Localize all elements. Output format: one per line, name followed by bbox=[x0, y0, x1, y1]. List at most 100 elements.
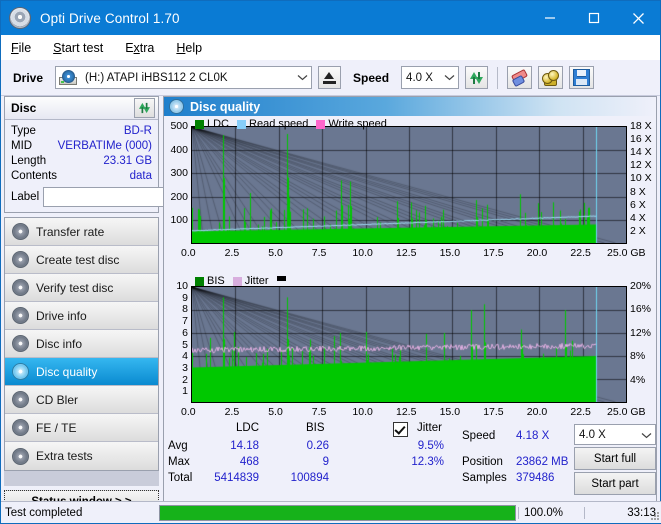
stats-row-label-total: Total bbox=[168, 472, 193, 484]
legend-label-jitter: Jitter bbox=[244, 275, 269, 287]
stats-avg-ldc: 14.18 bbox=[230, 440, 259, 452]
chart1-ytick: 300 bbox=[170, 167, 188, 180]
disc-row-mid: MID VERBATIMe (000) bbox=[11, 139, 152, 154]
disc-row-contents: Contents data bbox=[11, 169, 152, 184]
sidebar-item-drive-info[interactable]: Drive info bbox=[5, 302, 158, 330]
chart1-xtick: 10.0 bbox=[352, 247, 373, 259]
chart1-ytick: 200 bbox=[170, 190, 188, 203]
chart2-xtick: 5.0 bbox=[268, 406, 283, 418]
legend-swatch-extra bbox=[276, 276, 286, 281]
chart1-xtick: 12.5 bbox=[396, 247, 417, 259]
content-panel: Disc quality LDC Read speed Write speed … bbox=[163, 96, 657, 523]
stats-row-label-max: Max bbox=[168, 456, 190, 468]
chart2-xtick: 10.0 bbox=[352, 406, 373, 418]
chart1-y2tick: 16 X bbox=[630, 133, 652, 146]
stats-total-bis: 100894 bbox=[290, 472, 329, 484]
stats-max-bis: 9 bbox=[322, 456, 329, 468]
sidebar-item-disc-info[interactable]: Disc info bbox=[5, 330, 158, 358]
chart-disc-quality-bis: 10 9 8 7 6 5 4 3 2 1 20% 16% 12% 8% 4% 0… bbox=[164, 269, 656, 424]
menu-start-test[interactable]: Start test bbox=[51, 39, 105, 57]
nav-list: Transfer rate Create test disc Verify te… bbox=[4, 217, 159, 471]
disc-icon bbox=[12, 251, 29, 268]
chart1-xtick: 7.5 bbox=[311, 247, 327, 259]
legend-label-ldc: LDC bbox=[207, 118, 230, 130]
stats-header-ldc: LDC bbox=[236, 422, 260, 434]
sidebar-item-label: Disc quality bbox=[36, 364, 98, 379]
progress-percent: 100.0% bbox=[518, 506, 584, 519]
chart2-y2tick: 16% bbox=[630, 303, 652, 316]
speed-stat-label: Speed bbox=[462, 430, 496, 442]
disc-icon bbox=[169, 99, 184, 114]
chart2-ytick: 5 bbox=[182, 338, 188, 351]
sidebar-item-disc-quality[interactable]: Disc quality bbox=[5, 358, 158, 386]
disc-panel-header: Disc bbox=[5, 97, 158, 120]
resize-grip[interactable] bbox=[650, 511, 660, 521]
chart2-xtick: 17.5 bbox=[483, 406, 504, 418]
sidebar-item-create-test-disc[interactable]: Create test disc bbox=[5, 246, 158, 274]
disc-icon bbox=[12, 419, 29, 436]
stats-max-jitter: 12.3% bbox=[411, 456, 444, 468]
legend-swatch-jitter bbox=[232, 276, 242, 286]
stats-panel: LDC BIS Jitter Avg 14.18 0.26 9.5% Max 4… bbox=[164, 420, 656, 500]
chart2-xtick: 12.5 bbox=[396, 406, 417, 418]
sidebar-item-label: Extra tests bbox=[36, 449, 93, 463]
legend-label-write-speed: Write speed bbox=[328, 118, 387, 130]
close-icon[interactable] bbox=[616, 1, 660, 35]
start-part-button-label: Start part bbox=[591, 477, 639, 490]
drive-select[interactable]: (H:) ATAPI iHBS112 2 CL0K bbox=[55, 66, 313, 89]
sidebar-item-cd-bler[interactable]: CD Bler bbox=[5, 386, 158, 414]
speed-select-value: 4.0 X bbox=[406, 71, 433, 84]
save-button[interactable] bbox=[569, 66, 595, 89]
sidebar-item-transfer-rate[interactable]: Transfer rate bbox=[5, 218, 158, 246]
speed-select[interactable]: 4.0 X bbox=[401, 66, 460, 89]
refresh-button[interactable] bbox=[465, 66, 489, 89]
disc-panel-title: Disc bbox=[11, 101, 37, 115]
start-part-button[interactable]: Start part bbox=[574, 472, 656, 495]
disc-icon bbox=[9, 7, 31, 29]
samples-stat-label: Samples bbox=[462, 472, 507, 484]
chart2-xtick: 15.0 bbox=[439, 406, 461, 418]
stats-avg-bis: 0.26 bbox=[306, 440, 329, 452]
chart1-ytick: 100 bbox=[170, 214, 188, 227]
chart1-xtick: 0.0 bbox=[181, 247, 196, 259]
chart1-y2tick: 10 X bbox=[630, 172, 652, 185]
start-full-button[interactable]: Start full bbox=[574, 447, 656, 470]
sidebar-item-extra-tests[interactable]: Extra tests bbox=[5, 442, 158, 470]
chart2-plot-area bbox=[191, 286, 627, 403]
chart2-xtick: 22.5 bbox=[570, 406, 591, 418]
disc-icon bbox=[12, 279, 29, 296]
app-window: Opti Drive Control 1.70 File Start test … bbox=[0, 0, 661, 524]
chevron-down-icon bbox=[641, 425, 652, 446]
sidebar-item-label: Verify test disc bbox=[36, 280, 114, 295]
status-message: Test completed bbox=[5, 506, 83, 519]
result-speed-select[interactable]: 4.0 X bbox=[574, 424, 656, 445]
chart2-ytick: 6 bbox=[182, 326, 188, 339]
minimize-icon[interactable] bbox=[528, 1, 572, 35]
legend-swatch-read-speed bbox=[237, 119, 247, 129]
menu-file[interactable]: File bbox=[9, 39, 33, 57]
progress-fill bbox=[160, 505, 515, 520]
chart2-y2tick: 20% bbox=[630, 280, 652, 292]
menu-extra[interactable]: Extra bbox=[123, 39, 156, 57]
sidebar-item-verify-test-disc[interactable]: Verify test disc bbox=[5, 274, 158, 302]
speed-stat-value: 4.18 X bbox=[516, 430, 550, 442]
nav-spacer bbox=[4, 471, 159, 486]
jitter-checkbox[interactable] bbox=[393, 422, 408, 437]
maximize-icon[interactable] bbox=[572, 1, 616, 35]
content-header: Disc quality bbox=[164, 97, 656, 116]
position-stat-label: Position bbox=[462, 456, 503, 468]
erase-button[interactable] bbox=[507, 66, 533, 89]
window-buttons bbox=[528, 1, 660, 35]
disc-label-key: Label bbox=[11, 191, 40, 203]
disc-refresh-button[interactable] bbox=[134, 98, 155, 118]
chart2-ytick: 9 bbox=[182, 291, 188, 304]
chart1-y2tick: 2 X bbox=[630, 224, 646, 237]
status-bar: Test completed 100.0% 33:13 bbox=[1, 501, 661, 523]
toolbar: Drive (H:) ATAPI iHBS112 2 CL0K Speed 4.… bbox=[1, 60, 660, 96]
sidebar-item-fe-te[interactable]: FE / TE bbox=[5, 414, 158, 442]
menu-help[interactable]: Help bbox=[174, 39, 204, 57]
tools-button[interactable] bbox=[538, 66, 564, 89]
legend-label-bis: BIS bbox=[207, 275, 225, 287]
eject-button[interactable] bbox=[318, 66, 342, 89]
disc-row-length-value: 23.31 GB bbox=[103, 155, 152, 167]
